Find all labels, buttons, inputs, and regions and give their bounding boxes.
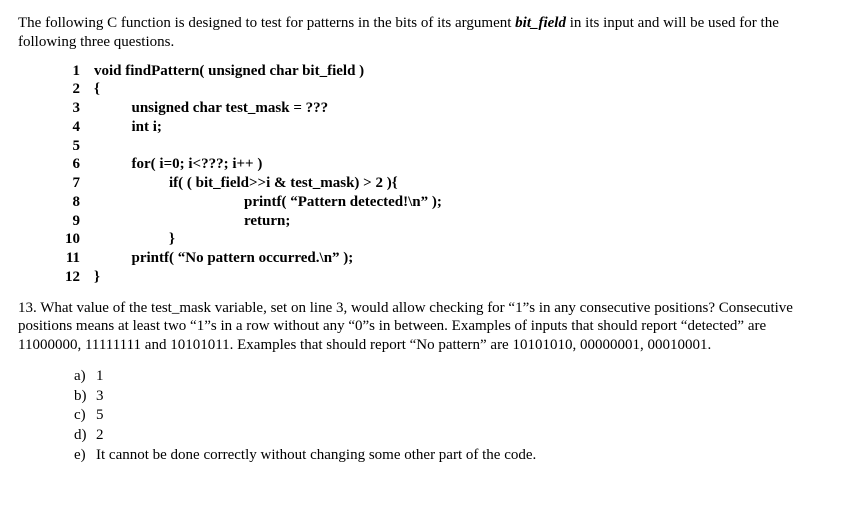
- code-line: 10 }: [58, 230, 828, 249]
- code-text: void findPattern( unsigned char bit_fiel…: [94, 62, 364, 81]
- option-c: c) 5: [74, 406, 828, 425]
- line-number: 7: [58, 174, 80, 193]
- code-text: }: [94, 268, 100, 287]
- intro-em: bit_field: [515, 15, 566, 31]
- option-b: b) 3: [74, 387, 828, 406]
- option-letter: b): [74, 387, 96, 406]
- code-line: 3 unsigned char test_mask = ???: [58, 99, 828, 118]
- line-number: 10: [58, 230, 80, 249]
- code-text: }: [94, 230, 175, 249]
- line-number: 4: [58, 118, 80, 137]
- question-number: 13.: [18, 300, 37, 316]
- code-line: 8 printf( “Pattern detected!\n” );: [58, 193, 828, 212]
- line-number: 5: [58, 137, 80, 156]
- line-number: 9: [58, 212, 80, 231]
- option-letter: a): [74, 367, 96, 386]
- code-line: 5: [58, 137, 828, 156]
- option-text: 5: [96, 406, 104, 425]
- option-letter: c): [74, 406, 96, 425]
- code-line: 4 int i;: [58, 118, 828, 137]
- code-text: int i;: [94, 118, 162, 137]
- option-d: d) 2: [74, 426, 828, 445]
- code-line: 12}: [58, 268, 828, 287]
- option-a: a) 1: [74, 367, 828, 386]
- line-number: 11: [58, 249, 80, 268]
- option-letter: d): [74, 426, 96, 445]
- option-text: It cannot be done correctly without chan…: [96, 446, 536, 465]
- code-text: for( i=0; i<???; i++ ): [94, 155, 262, 174]
- line-number: 8: [58, 193, 80, 212]
- code-text: printf( “No pattern occurred.\n” );: [94, 249, 353, 268]
- code-line: 1 void findPattern( unsigned char bit_fie…: [58, 62, 828, 81]
- line-number: 6: [58, 155, 80, 174]
- line-number: 1: [58, 62, 80, 81]
- line-number: 3: [58, 99, 80, 118]
- code-text: unsigned char test_mask = ???: [94, 99, 328, 118]
- line-number: 12: [58, 268, 80, 287]
- question-text: What value of the test_mask variable, se…: [18, 300, 793, 354]
- option-text: 3: [96, 387, 104, 406]
- code-line: 2{: [58, 80, 828, 99]
- code-text: printf( “Pattern detected!\n” );: [94, 193, 442, 212]
- line-number: 2: [58, 80, 80, 99]
- code-line: 11 printf( “No pattern occurred.\n” );: [58, 249, 828, 268]
- options-list: a) 1 b) 3 c) 5 d) 2 e) It cannot be done…: [74, 367, 828, 465]
- option-text: 2: [96, 426, 104, 445]
- code-line: 9 return;: [58, 212, 828, 231]
- code-line: 6 for( i=0; i<???; i++ ): [58, 155, 828, 174]
- code-block: 1 void findPattern( unsigned char bit_fie…: [58, 62, 828, 287]
- option-letter: e): [74, 446, 96, 465]
- intro-paragraph: The following C function is designed to …: [18, 14, 828, 52]
- option-text: 1: [96, 367, 104, 386]
- question-13: 13. What value of the test_mask variable…: [18, 299, 828, 355]
- option-e: e) It cannot be done correctly without c…: [74, 446, 828, 465]
- code-line: 7 if( ( bit_field>>i & test_mask) > 2 ){: [58, 174, 828, 193]
- code-text: if( ( bit_field>>i & test_mask) > 2 ){: [94, 174, 398, 193]
- code-text: return;: [94, 212, 290, 231]
- code-text: {: [94, 80, 100, 99]
- intro-before: The following C function is designed to …: [18, 15, 515, 31]
